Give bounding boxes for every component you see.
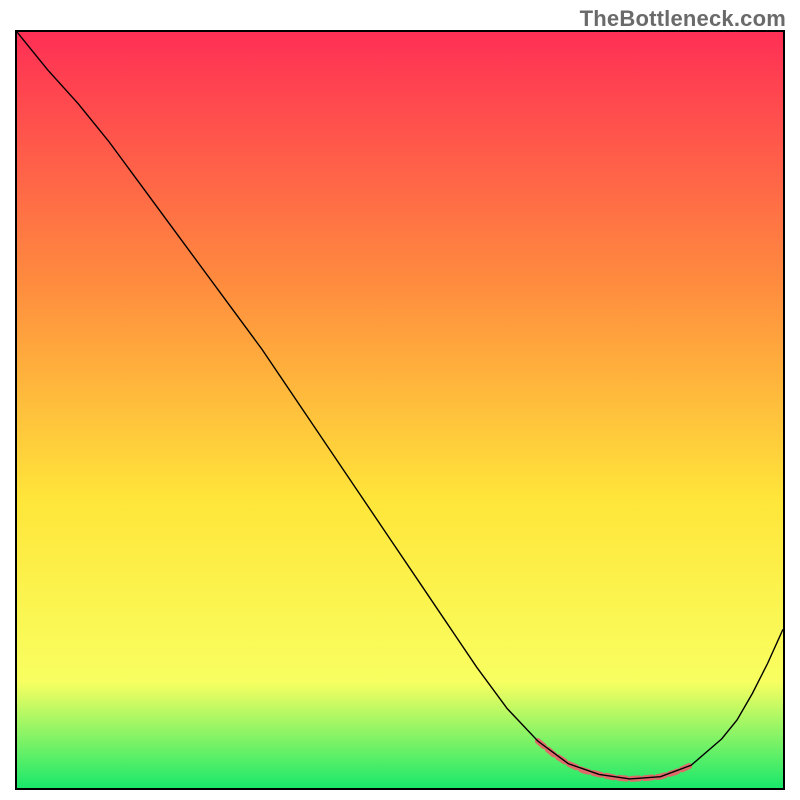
chart-background bbox=[17, 32, 783, 788]
chart-canvas bbox=[17, 32, 783, 788]
watermark-text: TheBottleneck.com bbox=[580, 6, 786, 32]
chart-frame bbox=[15, 30, 785, 790]
